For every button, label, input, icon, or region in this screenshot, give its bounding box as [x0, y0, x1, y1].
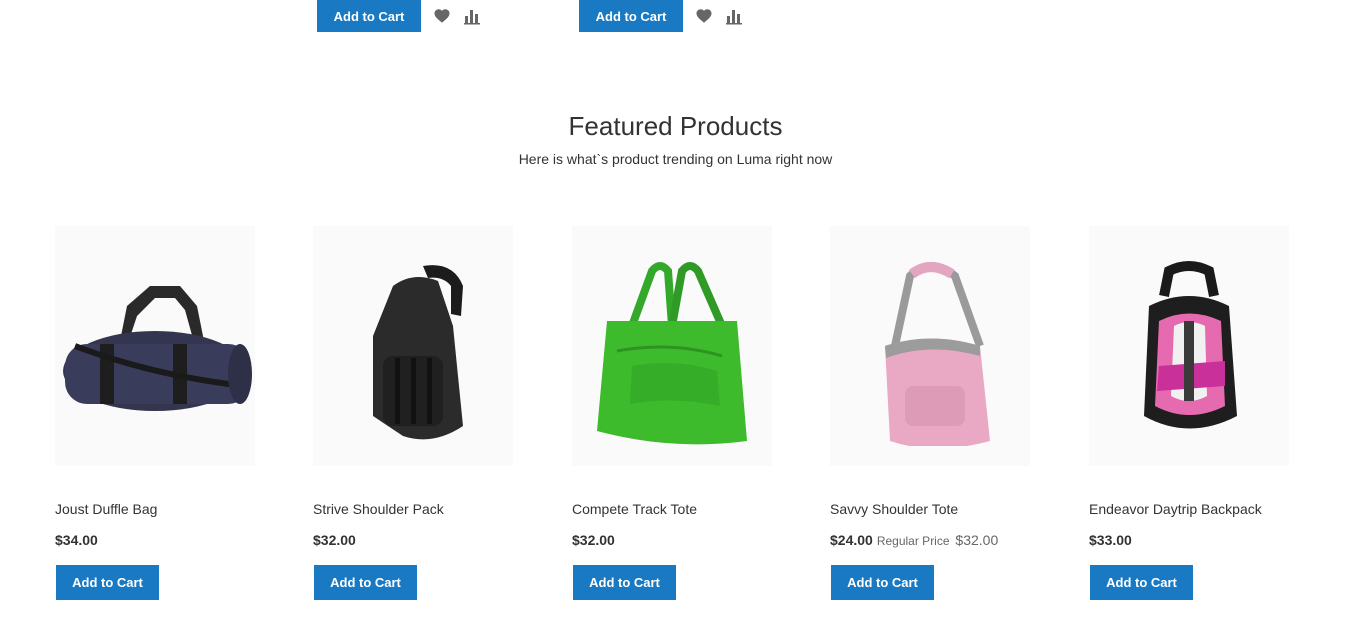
regular-price-label: Regular Price — [876, 534, 950, 548]
duffle-bag-image — [63, 286, 252, 411]
price-box: $32.00 — [572, 532, 615, 548]
product-image[interactable] — [572, 226, 772, 466]
product-name-link[interactable]: Joust Duffle Bag — [55, 501, 157, 517]
product-card: Compete Track Tote $32.00 Add to Cart — [572, 226, 802, 600]
product-image[interactable] — [1089, 226, 1289, 466]
price-box: $32.00 — [313, 532, 356, 548]
add-to-cart-button[interactable]: Add to Cart — [317, 0, 421, 32]
add-to-cart-button[interactable]: Add to Cart — [314, 565, 417, 600]
product-card: Joust Duffle Bag $34.00 Add to Cart — [55, 226, 285, 600]
add-to-cart-button[interactable]: Add to Cart — [579, 0, 683, 32]
heart-icon[interactable] — [433, 7, 451, 25]
price-box: $33.00 — [1089, 532, 1132, 548]
top-product-actions-2: Add to Cart — [579, 0, 743, 32]
product-card: Strive Shoulder Pack $32.00 Add to Cart — [313, 226, 543, 600]
backpack-image — [1144, 261, 1237, 429]
product-image[interactable] — [313, 226, 513, 466]
track-tote-image — [597, 262, 747, 445]
product-card: Savvy Shoulder Tote $24.00 Regular Price … — [830, 226, 1060, 600]
section-subtitle: Here is what`s product trending on Luma … — [518, 151, 833, 167]
section-title: Featured Products — [568, 111, 783, 141]
product-price: $33.00 — [1089, 532, 1132, 548]
shoulder-tote-image — [885, 262, 990, 446]
product-image[interactable] — [830, 226, 1030, 466]
shoulder-pack-image — [373, 265, 463, 440]
compare-icon[interactable] — [725, 7, 743, 25]
product-name-link[interactable]: Endeavor Daytrip Backpack — [1089, 501, 1262, 517]
price-box: $34.00 — [55, 532, 98, 548]
product-name-link[interactable]: Savvy Shoulder Tote — [830, 501, 958, 517]
product-card: Endeavor Daytrip Backpack $33.00 Add to … — [1089, 226, 1319, 600]
heart-icon[interactable] — [695, 7, 713, 25]
regular-price: $32.00 — [955, 532, 999, 548]
product-price: $32.00 — [313, 532, 356, 548]
add-to-cart-button[interactable]: Add to Cart — [1090, 565, 1193, 600]
product-image[interactable] — [55, 226, 255, 466]
add-to-cart-button[interactable]: Add to Cart — [56, 565, 159, 600]
compare-icon[interactable] — [463, 7, 481, 25]
product-price: $32.00 — [572, 532, 615, 548]
product-name-link[interactable]: Strive Shoulder Pack — [313, 501, 444, 517]
price-box: $24.00 Regular Price $32.00 — [830, 532, 998, 548]
product-name-link[interactable]: Compete Track Tote — [572, 501, 697, 517]
top-product-actions-1: Add to Cart — [317, 0, 481, 32]
special-price: $24.00 — [830, 532, 873, 548]
add-to-cart-button[interactable]: Add to Cart — [573, 565, 676, 600]
product-price: $34.00 — [55, 532, 98, 548]
add-to-cart-button[interactable]: Add to Cart — [831, 565, 934, 600]
